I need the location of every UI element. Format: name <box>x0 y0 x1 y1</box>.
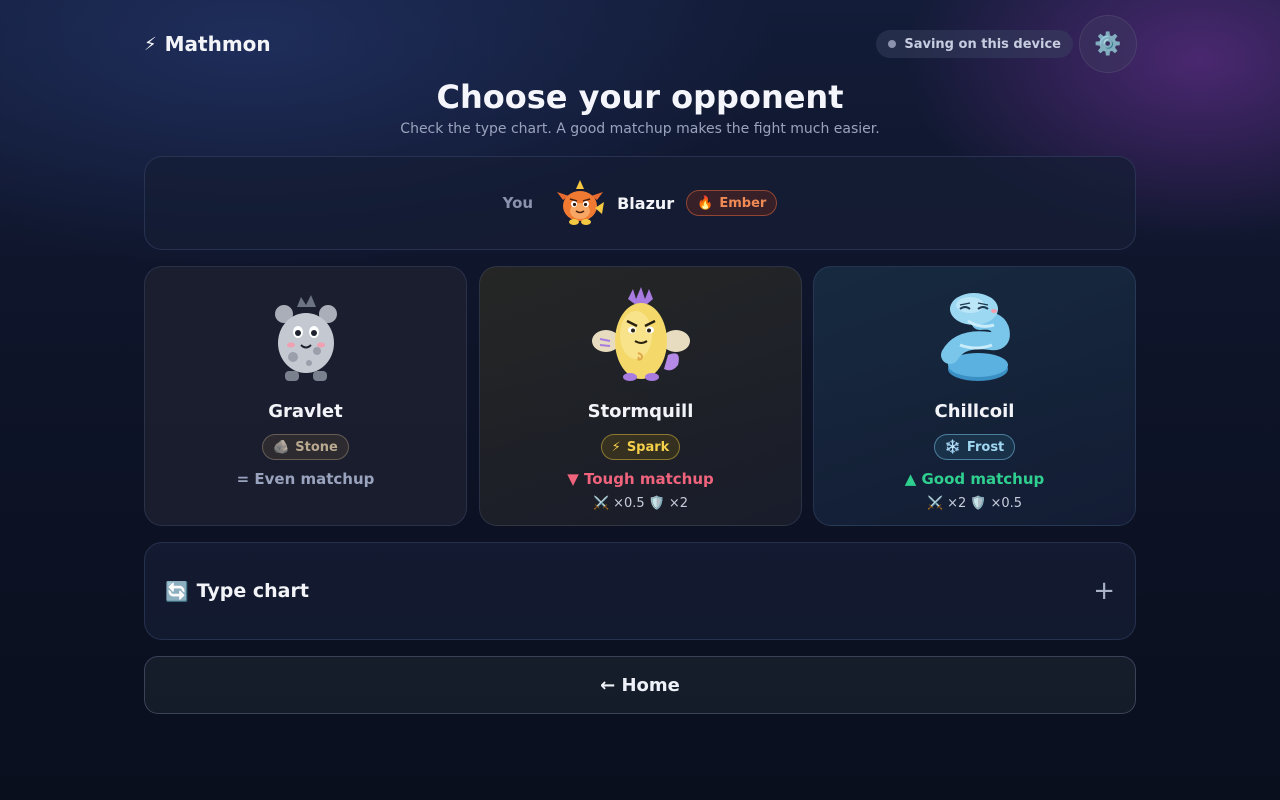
gear-icon: ⚙️ <box>1094 31 1122 57</box>
attack-multiplier: ×0.5 <box>613 496 645 511</box>
fire-icon: 🔥 <box>697 195 714 211</box>
matchup-label: ▼ Tough matchup <box>567 470 714 488</box>
type-chart-toggle[interactable]: 🔄 Type chart + <box>144 542 1136 640</box>
matchup-label: ▲ Good matchup <box>904 470 1045 488</box>
type-label: Ember <box>719 195 767 211</box>
crossed-swords-icon: ⚔️ <box>592 496 610 511</box>
save-status-label: Saving on this device <box>904 36 1061 52</box>
opponent-name: Chillcoil <box>934 401 1015 422</box>
plus-icon[interactable]: + <box>1093 576 1115 606</box>
type-label: Stone <box>295 439 338 455</box>
opponent-card-chillcoil[interactable]: Chillcoil ❄️ Frost ▲ Good matchup ⚔️ ×2 … <box>813 266 1136 526</box>
opponent-card-stormquill[interactable]: Stormquill ⚡ Spark ▼ Tough matchup ⚔️ ×0… <box>479 266 802 526</box>
player-name: Blazur <box>617 193 675 213</box>
rock-icon: 🪨 <box>273 439 290 455</box>
defense-multiplier: ×0.5 <box>990 496 1023 511</box>
settings-button[interactable]: ⚙️ <box>1079 15 1137 73</box>
opponent-card-gravlet[interactable]: Gravlet 🪨 Stone = Even matchup <box>144 266 467 526</box>
brand-name: Mathmon <box>164 32 271 56</box>
blazur-sprite <box>557 180 605 225</box>
player-card: You Blazur 🔥 Ember <box>144 156 1136 250</box>
chillcoil-sprite <box>940 293 1010 381</box>
save-status-badge: Saving on this device <box>876 30 1073 58</box>
opponent-name: Stormquill <box>587 401 694 422</box>
gravlet-sprite <box>274 295 337 381</box>
crossed-swords-icon: ⚔️ <box>926 496 944 511</box>
status-dot-icon <box>888 40 897 48</box>
type-badge-frost: ❄️ Frost <box>933 434 1016 460</box>
lightning-icon: ⚡ <box>611 439 621 455</box>
stormquill-sprite <box>591 287 690 381</box>
shield-icon: 🛡️ <box>648 496 665 511</box>
defense-multiplier: ×2 <box>668 496 689 511</box>
multipliers: ⚔️ ×0.5 🛡️ ×2 <box>593 496 688 511</box>
type-chart-label: Type chart <box>196 580 309 602</box>
type-chart-title: 🔄 Type chart <box>165 580 309 603</box>
type-badge-stone: 🪨 Stone <box>262 434 349 460</box>
shield-icon: 🛡️ <box>970 496 987 511</box>
attack-multiplier: ×2 <box>947 496 967 511</box>
brand[interactable]: ⚡ Mathmon <box>144 32 271 56</box>
player-label: You <box>502 194 534 212</box>
type-badge-ember: 🔥 Ember <box>686 190 778 216</box>
matchup-label: = Even matchup <box>236 470 375 488</box>
page-subtitle: Check the type chart. A good matchup mak… <box>400 121 880 137</box>
cycle-arrows-icon: 🔄 <box>165 580 189 603</box>
lightning-icon: ⚡ <box>144 33 157 55</box>
page-title: Choose your opponent <box>436 78 844 116</box>
type-label: Frost <box>966 439 1005 455</box>
app-header: ⚡ Mathmon Saving on this device ⚙️ <box>144 14 1137 74</box>
type-badge-spark: ⚡ Spark <box>600 434 681 460</box>
multipliers: ⚔️ ×2 🛡️ ×0.5 <box>927 496 1022 511</box>
home-button[interactable]: ← Home <box>144 656 1136 714</box>
type-label: Spark <box>626 439 670 455</box>
snowflake-icon: ❄️ <box>944 439 961 455</box>
opponent-name: Gravlet <box>268 401 343 422</box>
